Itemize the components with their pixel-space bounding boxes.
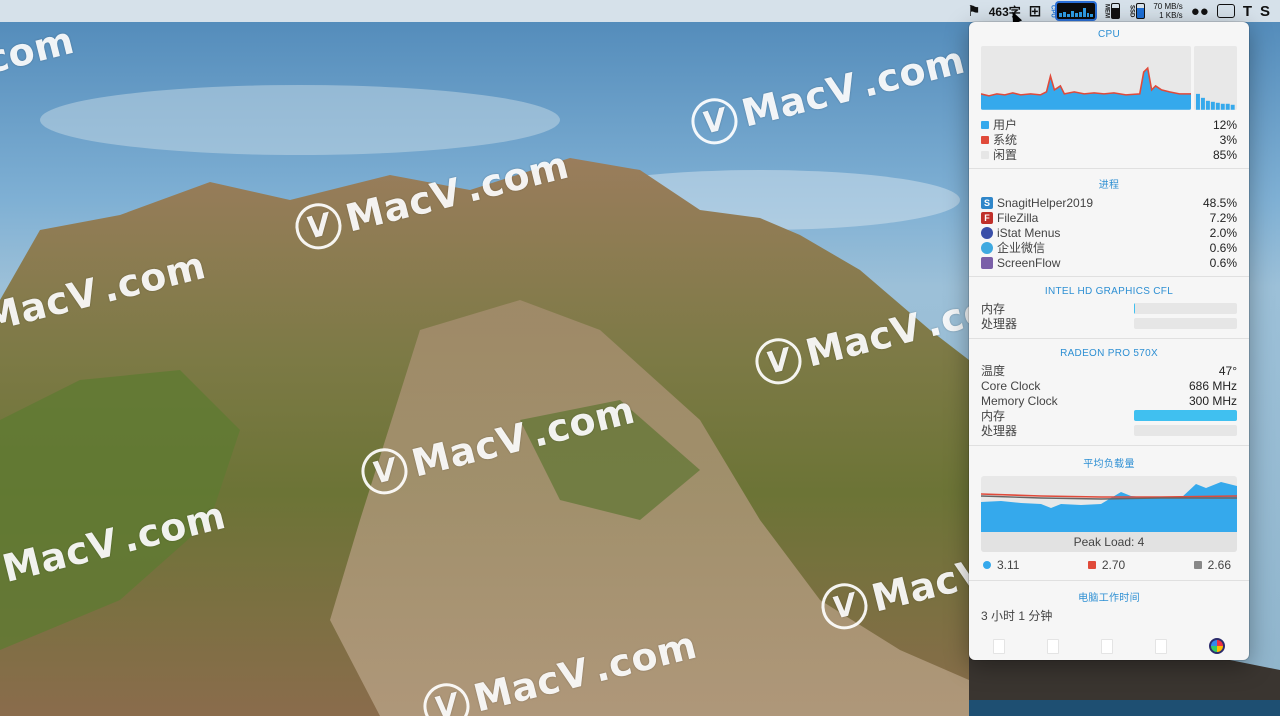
cpu-stat-value: 3% [1219, 132, 1237, 147]
section-title: CPU [1097, 29, 1120, 40]
gpu-memory-row: 内存 [981, 408, 1237, 423]
bar-fill [1134, 303, 1136, 314]
screenflow-icon [981, 256, 993, 269]
process-name: ScreenFlow [997, 255, 1061, 270]
gpu-stat-row: Memory Clock 300 MHz [981, 393, 1237, 408]
cpu-stat-value: 85% [1212, 147, 1237, 162]
gpu-row-label: 温度 [981, 364, 1006, 378]
process-row[interactable]: ScreenFlow 0.6% [981, 255, 1237, 270]
cpu-stat-label: 闲置 [993, 148, 1018, 162]
mem-label: MEM [1103, 4, 1110, 18]
bar-fill [1134, 410, 1237, 421]
net-down: 1 KB/s [1159, 11, 1183, 20]
process-row[interactable]: iStat Menus 2.0% [981, 225, 1237, 240]
cpu-section: CPU 用户 12% 系统 3% 闲置 85% [969, 22, 1249, 169]
panel-footer [969, 632, 1249, 660]
uptime-section: 电脑工作时间 3 小时 1 分钟 [969, 581, 1249, 629]
gpu-memory-row: 内存 [981, 301, 1237, 316]
cpu-user-row: 用户 12% [981, 117, 1237, 132]
peak-load-label: Peak Load: 4 [981, 532, 1237, 552]
process-row[interactable]: 企业微信 0.6% [981, 240, 1237, 255]
gpu-row-label: 处理器 [981, 424, 1018, 438]
gpu-processor-row: 处理器 [981, 423, 1237, 438]
gpu-row-value: 686 MHz [1188, 378, 1237, 393]
section-title: 电脑工作时间 [1078, 593, 1140, 604]
gpu-memory-bar [1134, 410, 1237, 421]
load-average-15: 2.66 [1193, 558, 1231, 572]
document-icon[interactable] [1047, 638, 1059, 654]
istat-popover: CPU 用户 12% 系统 3% 闲置 85% 进程 S SnagitHelpe… [969, 22, 1249, 660]
process-cpu: 7.2% [1209, 210, 1237, 225]
radeon-gpu-section: RADEON PRO 570X 温度 47° Core Clock 686 MH… [969, 339, 1249, 446]
cpu-meter [1057, 3, 1096, 19]
screen-record-icon[interactable] [1216, 0, 1235, 22]
istat-icon [981, 226, 993, 239]
wechat-icon[interactable]: ●● [1191, 0, 1209, 22]
menu-bar: ⚑ 463字 ⊞ CPU MEM SSD 70 MB/s 1 KB/s ●● T… [0, 0, 1280, 22]
gpu-row-label: Memory Clock [981, 393, 1058, 408]
gpu-row-value: 47° [1218, 363, 1237, 378]
gpu-row-value: 300 MHz [1188, 393, 1237, 408]
process-cpu: 2.0% [1209, 225, 1237, 240]
cpu-system-row: 系统 3% [981, 132, 1237, 147]
cpu-idle-row: 闲置 85% [981, 147, 1237, 162]
load-history-graph: Peak Load: 4 [981, 476, 1237, 552]
system-swatch [981, 135, 989, 144]
input-method-icon[interactable]: ⊞ [1029, 0, 1042, 22]
istat-settings-icon[interactable] [1209, 638, 1225, 654]
section-title: INTEL HD GRAPHICS CFL [1044, 286, 1174, 297]
gpu-row-label: 处理器 [981, 317, 1018, 331]
gpu-processor-bar [1134, 318, 1237, 329]
gpu-stat-row: 温度 47° [981, 363, 1237, 379]
gpu-row-label: Core Clock [981, 378, 1041, 393]
gpu-processor-row: 处理器 [981, 316, 1237, 331]
text-icon[interactable]: T [1243, 0, 1252, 22]
istat-network-icon[interactable]: 70 MB/s 1 KB/s [1153, 0, 1182, 22]
snagit-icon: S [981, 196, 993, 209]
document-icon[interactable] [993, 638, 1005, 654]
uptime-value: 3 小时 1 分钟 [981, 609, 1053, 623]
process-name: iStat Menus [997, 225, 1061, 240]
idle-swatch [981, 150, 989, 159]
process-row[interactable]: S SnagitHelper2019 48.5% [981, 195, 1237, 210]
wecom-icon [981, 241, 993, 254]
document-icon[interactable] [1155, 638, 1167, 654]
istat-memory-icon[interactable]: MEM [1103, 0, 1121, 22]
process-name: FileZilla [997, 210, 1039, 225]
load-average-1: 3.11 [983, 558, 1019, 572]
ssd-meter [1136, 3, 1146, 19]
ssd-label: SSD [1128, 4, 1135, 18]
process-cpu: 0.6% [1209, 255, 1237, 270]
processes-section: 进程 S SnagitHelper2019 48.5% F FileZilla 7.… [969, 169, 1249, 277]
cpu-label: CPU [1049, 4, 1056, 18]
user-swatch [981, 120, 989, 129]
section-title: RADEON PRO 570X [1060, 348, 1158, 359]
load-averages: 3.11 2.70 2.66 [981, 552, 1237, 580]
gpu-processor-bar [1134, 425, 1237, 436]
process-name: 企业微信 [997, 241, 1046, 255]
memory-meter [1111, 3, 1121, 19]
section-title: 平均负载量 [1083, 459, 1135, 470]
section-title: 进程 [1098, 180, 1120, 191]
snagit-icon[interactable]: S [1260, 0, 1270, 22]
process-name: SnagitHelper2019 [997, 195, 1094, 210]
istat-cpu-icon[interactable]: CPU [1049, 0, 1096, 22]
cpu-history-graph [981, 46, 1237, 110]
gpu-stat-row: Core Clock 686 MHz [981, 378, 1237, 393]
istat-ssd-icon[interactable]: SSD [1128, 0, 1146, 22]
load-average-5: 2.70 [1087, 558, 1125, 572]
net-up: 70 MB/s [1153, 2, 1183, 11]
intel-gpu-section: INTEL HD GRAPHICS CFL 内存 处理器 [969, 277, 1249, 339]
load-section: 平均负载量 Peak Load: 4 3.11 2.70 2.66 [969, 446, 1249, 581]
process-row[interactable]: F FileZilla 7.2% [981, 210, 1237, 225]
process-cpu: 48.5% [1202, 195, 1237, 210]
gpu-memory-bar [1134, 303, 1237, 314]
document-icon[interactable] [1101, 638, 1113, 654]
process-cpu: 0.6% [1209, 240, 1237, 255]
filezilla-icon: F [981, 211, 993, 224]
bookmark-icon[interactable]: ⚑ [967, 0, 980, 22]
uptime-row: 3 小时 1 分钟 [981, 608, 1237, 623]
cpu-stat-value: 12% [1212, 117, 1237, 132]
